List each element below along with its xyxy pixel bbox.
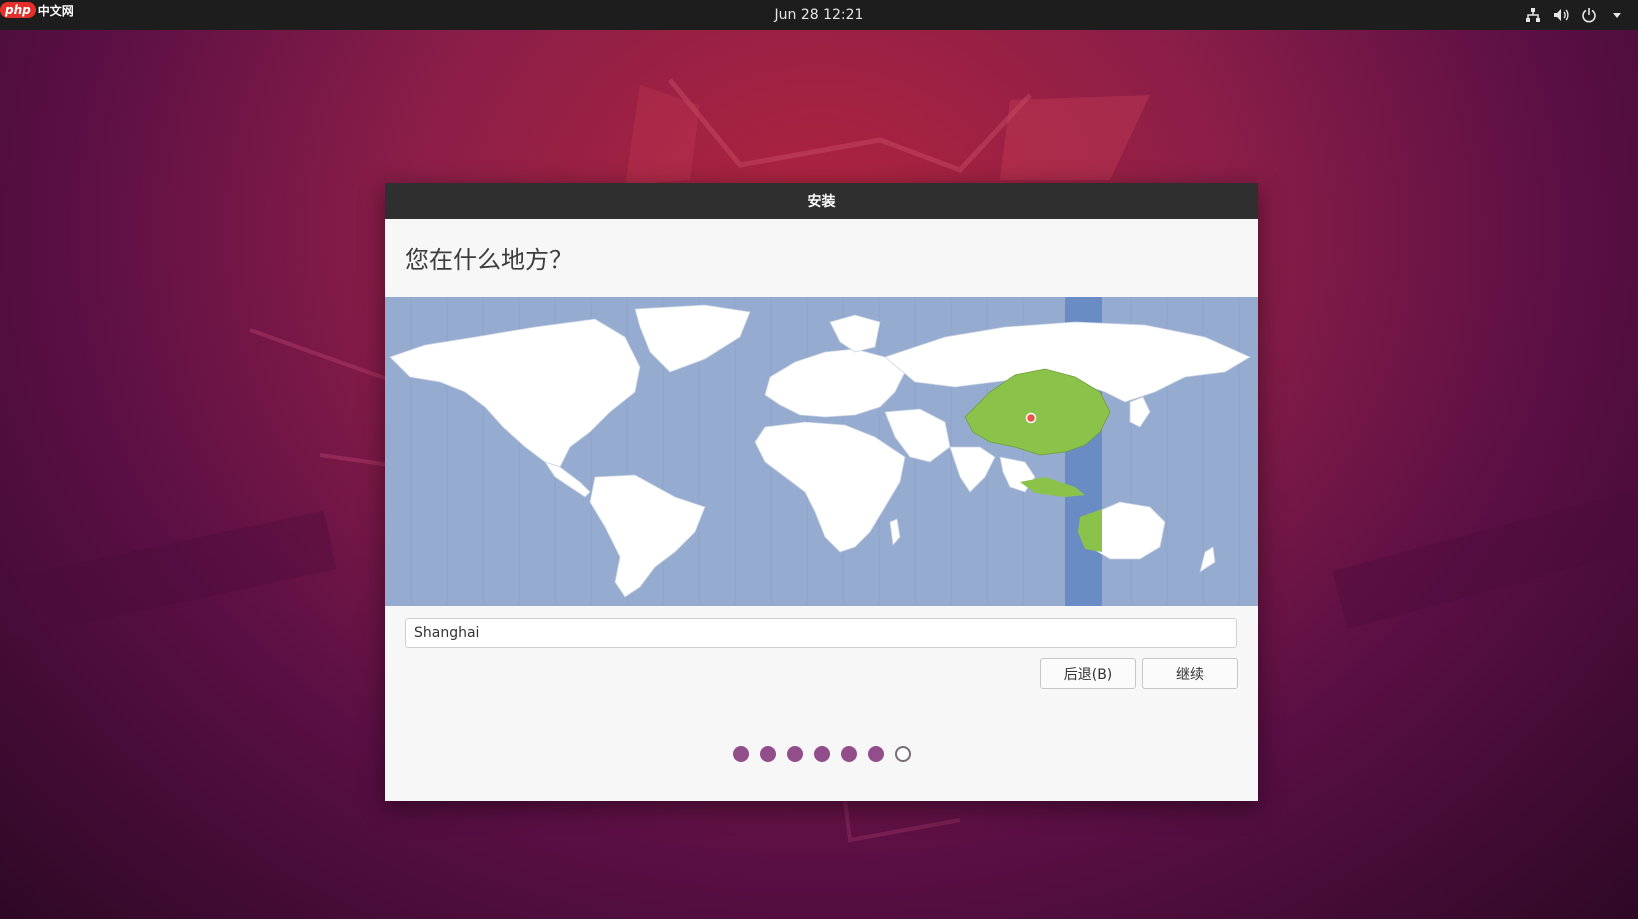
africa	[754, 421, 906, 553]
installer-dialog: 安装 您在什么地方？ Shanghai 后退(B) 继续	[385, 183, 1258, 801]
progress-dot	[759, 746, 776, 762]
progress-dot	[732, 746, 749, 762]
location-marker-icon	[1025, 412, 1037, 424]
world-map-svg[interactable]	[385, 297, 1258, 606]
power-icon[interactable]	[1580, 6, 1598, 24]
step-progress-indicator	[385, 746, 1258, 762]
india	[949, 446, 996, 493]
progress-dot	[813, 746, 830, 762]
page-heading: 您在什么地方？	[405, 246, 573, 274]
japan	[1129, 396, 1151, 428]
dialog-title: 安装	[807, 194, 836, 210]
new-zealand	[1199, 546, 1216, 573]
location-input[interactable]	[405, 618, 1237, 648]
progress-dot	[840, 746, 857, 762]
scandinavia	[829, 314, 881, 353]
top-bar: php 中文网 Jun 28 12:21	[0, 0, 1638, 30]
system-tray[interactable]	[1524, 6, 1626, 24]
menu-arrow-icon[interactable]	[1608, 6, 1626, 24]
south-america	[589, 474, 706, 598]
network-icon[interactable]	[1524, 6, 1542, 24]
greenland	[634, 304, 751, 373]
timezone-map[interactable]	[385, 297, 1258, 606]
dialog-titlebar[interactable]: 安装	[385, 183, 1258, 219]
north-america	[389, 318, 641, 468]
progress-dot	[867, 746, 884, 762]
clock[interactable]: Jun 28 12:21	[0, 7, 1638, 23]
volume-icon[interactable]	[1552, 6, 1570, 24]
europe	[764, 348, 906, 418]
madagascar	[889, 518, 901, 546]
progress-dot	[894, 746, 911, 762]
continue-button[interactable]: 继续	[1142, 658, 1238, 689]
back-button[interactable]: 后退(B)	[1040, 658, 1136, 689]
central-america	[544, 461, 591, 498]
progress-dot	[786, 746, 803, 762]
